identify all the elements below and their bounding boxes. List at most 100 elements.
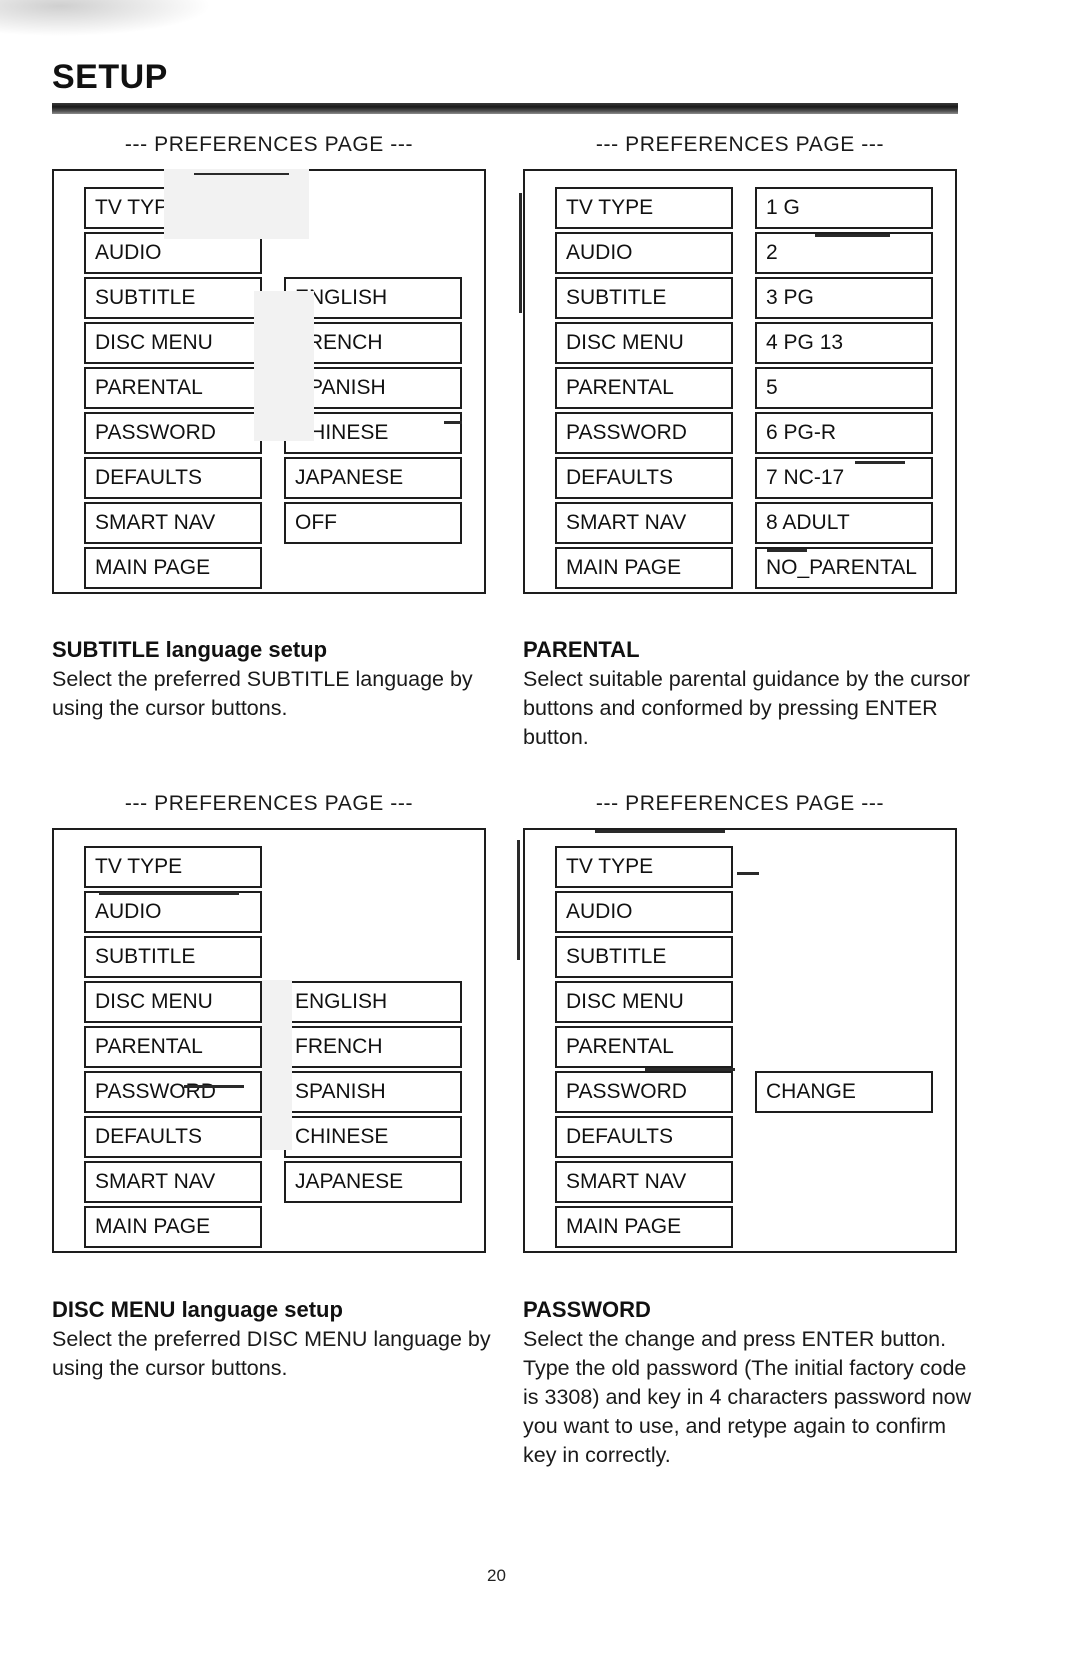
- option-value-6pgr[interactable]: 6 PG-R: [755, 412, 933, 454]
- menu-item-smart-nav[interactable]: SMART NAV: [555, 502, 733, 544]
- option-value-0: [284, 187, 462, 229]
- menu-item-audio[interactable]: AUDIO: [84, 891, 262, 933]
- menu-item-smart-nav[interactable]: SMART NAV: [555, 1161, 733, 1203]
- menu-item-password[interactable]: PASSWORD: [555, 1071, 733, 1113]
- option-value-french[interactable]: FRENCH: [284, 322, 462, 364]
- menu-item-password[interactable]: PASSWORD: [555, 412, 733, 454]
- option-value-chinese[interactable]: CHINESE: [284, 412, 462, 454]
- menu-item-smart-nav[interactable]: SMART NAV: [84, 1161, 262, 1203]
- option-value-1g[interactable]: 1 G: [755, 187, 933, 229]
- table-row: TV TYPE: [54, 187, 484, 232]
- menu-item-defaults[interactable]: DEFAULTS: [84, 1116, 262, 1158]
- figure-disc-menu-language: --- PREFERENCES PAGE --- TV TYPE AUDIO S…: [52, 792, 486, 1253]
- option-value-8adult[interactable]: 8 ADULT: [755, 502, 933, 544]
- menu-item-tv-type[interactable]: TV TYPE: [84, 846, 262, 888]
- menu-item-main-page[interactable]: MAIN PAGE: [555, 547, 733, 589]
- option-value-6: [755, 1116, 933, 1158]
- table-row: DISC MENU ENGLISH: [54, 981, 484, 1026]
- table-row: AUDIO: [54, 232, 484, 277]
- caption-disc-menu-language: DISC MENU language setup Select the pref…: [52, 1297, 504, 1383]
- option-value-japanese[interactable]: JAPANESE: [284, 457, 462, 499]
- option-value-spanish[interactable]: SPANISH: [284, 1071, 462, 1113]
- table-row: PASSWORD CHINESE: [54, 412, 484, 457]
- menu-item-disc-menu[interactable]: DISC MENU: [84, 981, 262, 1023]
- caption-parental: PARENTAL Select suitable parental guidan…: [523, 637, 975, 752]
- scan-artifact: [517, 840, 520, 960]
- option-value-english[interactable]: ENGLISH: [284, 981, 462, 1023]
- table-row: DEFAULTS: [525, 1116, 955, 1161]
- menu-item-smart-nav[interactable]: SMART NAV: [84, 502, 262, 544]
- menu-item-parental[interactable]: PARENTAL: [84, 1026, 262, 1068]
- osd-header-label: --- PREFERENCES PAGE ---: [124, 792, 414, 815]
- menu-item-defaults[interactable]: DEFAULTS: [84, 457, 262, 499]
- option-value-1: [284, 891, 462, 933]
- option-value-3pg[interactable]: 3 PG: [755, 277, 933, 319]
- osd-panel-password: TV TYPE AUDIO SUBTITLE DISC MENU PARENTA…: [517, 828, 957, 1253]
- table-row: MAIN PAGE: [525, 1206, 955, 1251]
- option-value-0: [755, 846, 933, 888]
- menu-item-subtitle[interactable]: SUBTITLE: [84, 277, 262, 319]
- menu-item-password[interactable]: PASSWORD: [84, 412, 262, 454]
- table-row: DISC MENU FRENCH: [54, 322, 484, 367]
- option-value-7nc17[interactable]: 7 NC-17: [755, 457, 933, 499]
- table-row: SUBTITLE 3 PG: [525, 277, 955, 322]
- menu-item-audio[interactable]: AUDIO: [84, 232, 262, 274]
- menu-item-subtitle[interactable]: SUBTITLE: [555, 277, 733, 319]
- option-value-spanish[interactable]: SPANISH: [284, 367, 462, 409]
- option-value-japanese[interactable]: JAPANESE: [284, 1161, 462, 1203]
- table-row: AUDIO: [54, 891, 484, 936]
- option-value-french[interactable]: FRENCH: [284, 1026, 462, 1068]
- table-row: SMART NAV 8 ADULT: [525, 502, 955, 547]
- figure-parental: --- PREFERENCES PAGE --- TV TYPE 1 G AUD…: [519, 133, 957, 594]
- caption-password: PASSWORD Select the change and press ENT…: [523, 1297, 975, 1470]
- menu-item-tv-type[interactable]: TV TYPE: [555, 187, 733, 229]
- menu-item-disc-menu[interactable]: DISC MENU: [555, 981, 733, 1023]
- option-value-0: [284, 846, 462, 888]
- menu-item-main-page[interactable]: MAIN PAGE: [84, 547, 262, 589]
- option-value-english[interactable]: ENGLISH: [284, 277, 462, 319]
- menu-item-disc-menu[interactable]: DISC MENU: [84, 322, 262, 364]
- menu-item-main-page[interactable]: MAIN PAGE: [555, 1206, 733, 1248]
- menu-item-tv-type[interactable]: TV TYPE: [555, 846, 733, 888]
- option-value-7: [755, 1161, 933, 1203]
- osd-row-group: TV TYPE 1 G AUDIO 2 SUBTITLE 3 PG DISC M…: [525, 187, 955, 592]
- menu-item-main-page[interactable]: MAIN PAGE: [84, 1206, 262, 1248]
- figure-subtitle-language: --- PREFERENCES PAGE --- TV TYPE AUDIO S…: [52, 133, 486, 594]
- table-row: TV TYPE: [525, 846, 955, 891]
- caption-title: SUBTITLE language setup: [52, 637, 504, 663]
- table-row: SUBTITLE: [525, 936, 955, 981]
- option-value-8: [755, 1206, 933, 1248]
- table-row: SUBTITLE: [54, 936, 484, 981]
- menu-item-tv-type[interactable]: TV TYPE: [84, 187, 262, 229]
- option-value-5[interactable]: 5: [755, 367, 933, 409]
- menu-item-audio[interactable]: AUDIO: [555, 891, 733, 933]
- menu-item-audio[interactable]: AUDIO: [555, 232, 733, 274]
- table-row: SMART NAV OFF: [54, 502, 484, 547]
- menu-item-defaults[interactable]: DEFAULTS: [555, 457, 733, 499]
- caption-subtitle-language: SUBTITLE language setup Select the prefe…: [52, 637, 504, 723]
- menu-item-parental[interactable]: PARENTAL: [555, 1026, 733, 1068]
- option-value-chinese[interactable]: CHINESE: [284, 1116, 462, 1158]
- menu-item-subtitle[interactable]: SUBTITLE: [84, 936, 262, 978]
- option-value-2[interactable]: 2: [755, 232, 933, 274]
- menu-item-subtitle[interactable]: SUBTITLE: [555, 936, 733, 978]
- osd-panel-disc-menu: TV TYPE AUDIO SUBTITLE DISC MENU ENGLISH…: [52, 828, 486, 1253]
- table-row: PARENTAL 5: [525, 367, 955, 412]
- option-value-4pg13[interactable]: 4 PG 13: [755, 322, 933, 364]
- caption-title-keyword: SUBTITLE: [52, 637, 160, 662]
- menu-item-disc-menu[interactable]: DISC MENU: [555, 322, 733, 364]
- option-value-change[interactable]: CHANGE: [755, 1071, 933, 1113]
- menu-item-parental[interactable]: PARENTAL: [555, 367, 733, 409]
- scan-smudge-artifact: [0, 0, 230, 52]
- menu-item-parental[interactable]: PARENTAL: [84, 367, 262, 409]
- caption-title: PASSWORD: [523, 1297, 975, 1323]
- caption-body: Select suitable parental guidance by the…: [523, 667, 970, 749]
- menu-item-defaults[interactable]: DEFAULTS: [555, 1116, 733, 1158]
- table-row: MAIN PAGE NO_PARENTAL: [525, 547, 955, 592]
- table-row: AUDIO: [525, 891, 955, 936]
- menu-item-password[interactable]: PASSWORD: [84, 1071, 262, 1113]
- scan-artifact: [595, 830, 725, 833]
- option-value-no-parental[interactable]: NO_PARENTAL: [755, 547, 933, 589]
- table-row: MAIN PAGE: [54, 547, 484, 592]
- option-value-off[interactable]: OFF: [284, 502, 462, 544]
